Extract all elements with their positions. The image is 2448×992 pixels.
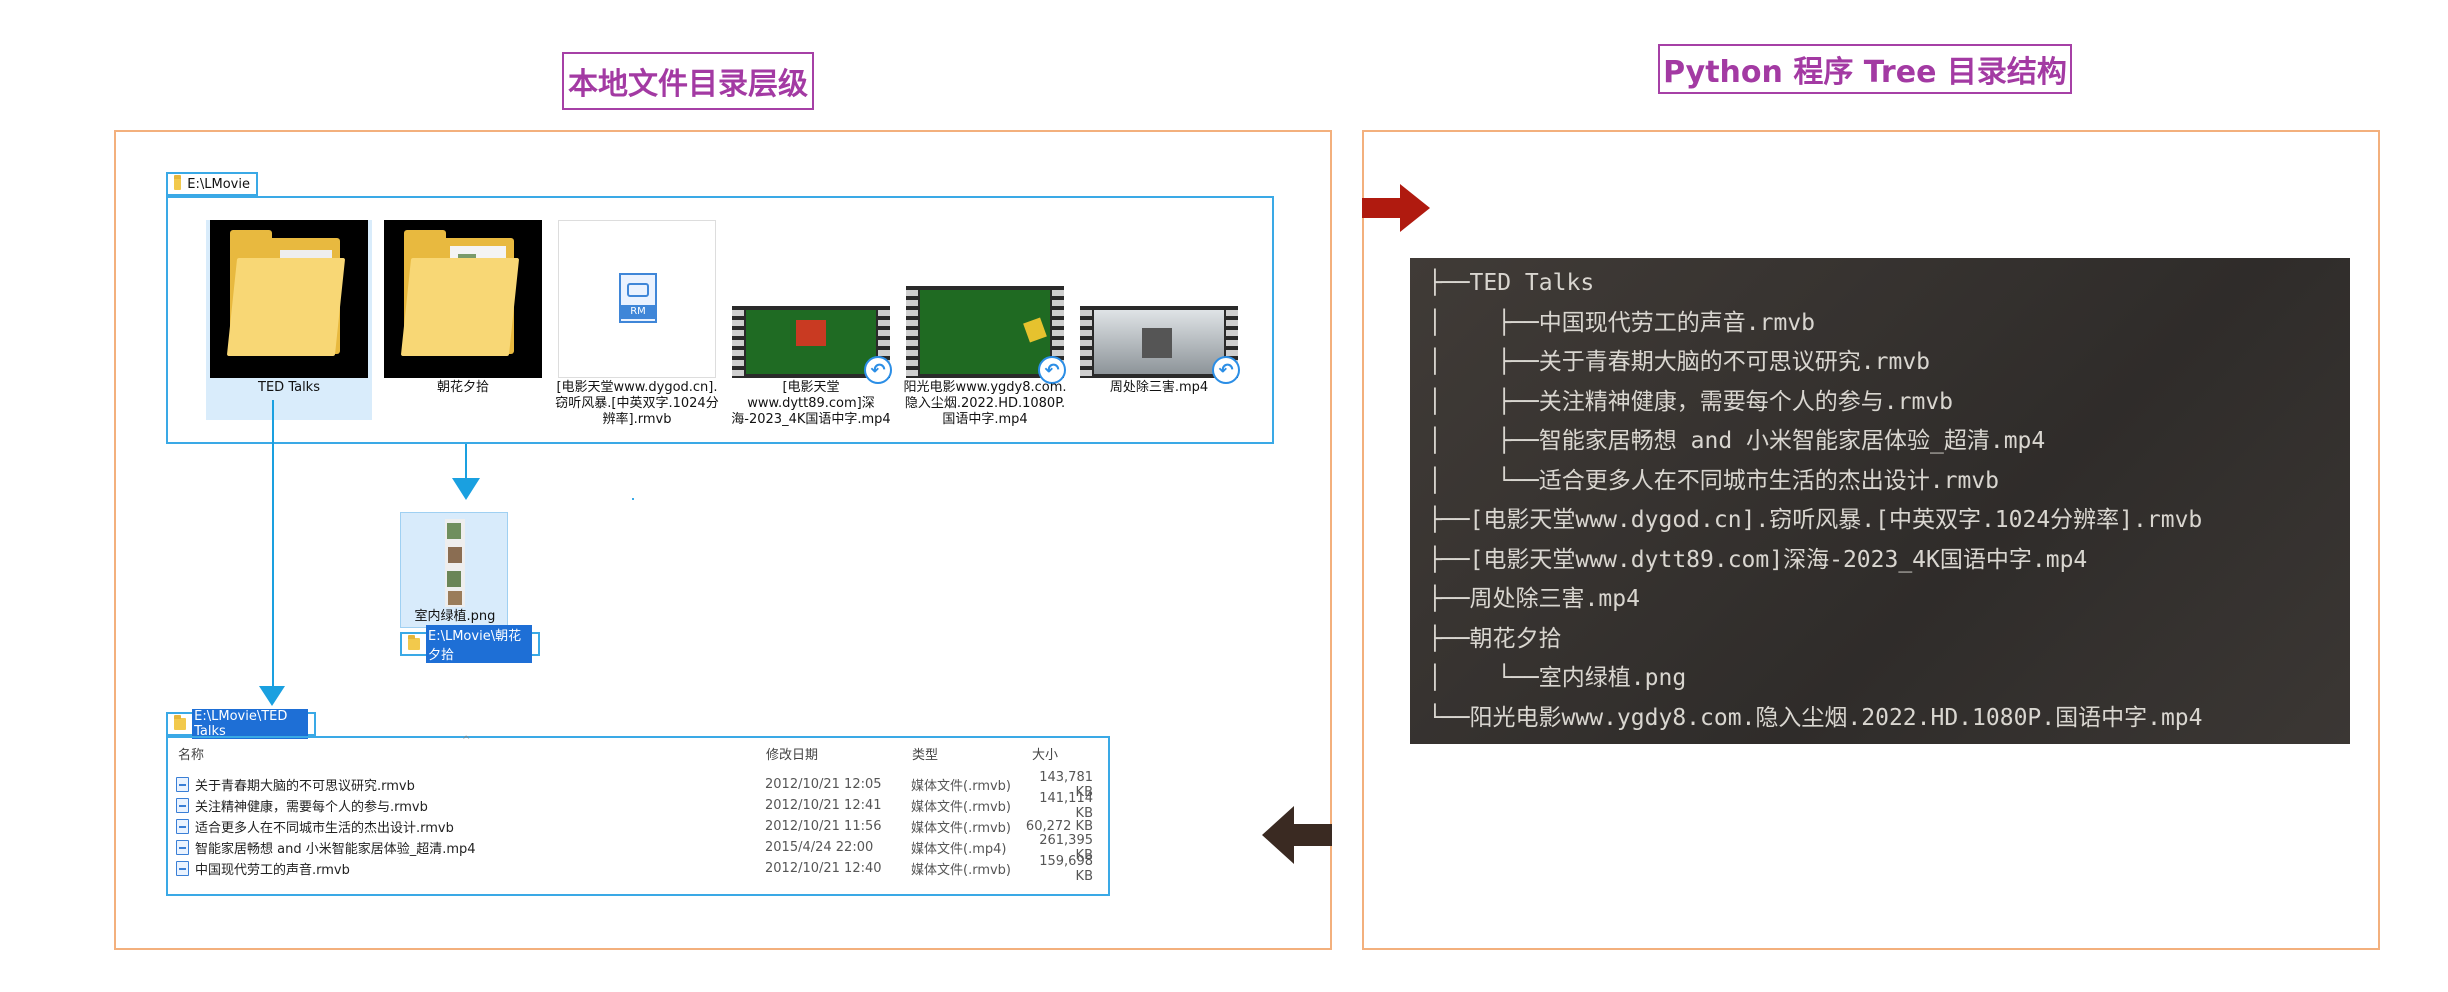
folder-icon — [408, 635, 420, 650]
tree-line: │ ├──中国现代劳工的声音.rmvb — [1428, 309, 1816, 336]
column-date[interactable]: 修改日期 — [766, 744, 818, 763]
tile-ted-talks[interactable]: TED Talks — [206, 220, 372, 420]
tree-line: │ ├──关注精神健康，需要每个人的参与.rmvb — [1428, 388, 1954, 415]
column-name[interactable]: 名称 — [178, 744, 204, 763]
top-path-text: E:\LMovie — [187, 176, 250, 192]
detail-path-bar[interactable]: E:\LMovie\TED Talks — [166, 709, 316, 739]
tile-label: [电影天堂www.dytt89.com]深海-2023_4K国语中字.mp4 — [731, 380, 891, 427]
column-type[interactable]: 类型 — [912, 744, 938, 763]
top-explorer-view: TED Talks 朝花夕拾 RM [电影天堂www.dygod.cn].窃听风… — [166, 196, 1274, 444]
connector-line — [272, 400, 274, 688]
tile-label: [电影天堂www.dygod.cn].窃听风暴.[中英双字.1024分辨率].r… — [555, 380, 719, 427]
media-file-icon — [176, 861, 189, 876]
table-row[interactable]: 智能家居畅想 and 小米智能家居体验_超清.mp4 2015/4/24 22:… — [168, 833, 1108, 863]
tile-label: 阳光电影www.ygdy8.com.隐入尘烟.2022.HD.1080P.国语中… — [903, 380, 1067, 427]
folder-thumb — [210, 220, 368, 378]
file-type: 媒体文件(.mp4) — [911, 842, 1007, 857]
tile-indoor-plants[interactable]: 室内绿植.png — [400, 512, 508, 628]
folder-thumb — [384, 220, 542, 378]
file-date: 2012/10/21 11:56 — [765, 819, 882, 834]
file-date: 2012/10/21 12:41 — [765, 798, 882, 813]
tile-zhaohuaxishi[interactable]: 朝花夕拾 — [380, 220, 546, 420]
tile-label: TED Talks — [258, 380, 320, 395]
file-name: 智能家居畅想 and 小米智能家居体验_超清.mp4 — [195, 842, 476, 857]
rm-badge: RM — [621, 305, 655, 319]
tree-line: ├──[电影天堂www.dytt89.com]深海-2023_4K国语中字.mp… — [1428, 546, 2088, 573]
file-type: 媒体文件(.rmvb) — [911, 779, 1012, 794]
file-type: 媒体文件(.rmvb) — [911, 800, 1012, 815]
media-file-icon — [176, 798, 189, 813]
file-thumb: RM — [558, 220, 716, 378]
file-name: 中国现代劳工的声音.rmvb — [195, 863, 350, 878]
file-type: 媒体文件(.rmvb) — [911, 863, 1012, 878]
right-section-title: Python 程序 Tree 目录结构 — [1658, 44, 2072, 94]
tile-video-zhouchu[interactable]: ↶ 周处除三害.mp4 — [1076, 220, 1242, 440]
table-row[interactable]: 关注精神健康，需要每个人的参与.rmvb 2012/10/21 12:41 媒体… — [168, 791, 1108, 821]
down-arrow-icon — [452, 478, 480, 500]
sub-path-text: E:\LMovie\朝花夕拾 — [426, 625, 532, 663]
detail-explorer-view: 名称 ^ 修改日期 类型 大小 关于青春期大脑的不可思议研究.rmvb 2012… — [166, 736, 1110, 896]
left-section-title: 本地文件目录层级 — [562, 52, 814, 110]
file-type: 媒体文件(.rmvb) — [911, 821, 1012, 836]
folder-icon — [384, 220, 542, 378]
media-file-icon — [176, 840, 189, 855]
tile-label: 周处除三害.mp4 — [1109, 380, 1209, 395]
sort-caret-icon: ^ — [462, 735, 471, 746]
connector-line — [465, 444, 467, 480]
tree-line: ├──朝花夕拾 — [1428, 625, 1562, 652]
tree-line: │ ├──关于青春期大脑的不可思议研究.rmvb — [1428, 349, 1931, 375]
rm-file-icon: RM — [619, 273, 657, 323]
tree-line: └──阳光电影www.ygdy8.com.隐入尘烟.2022.HD.1080P.… — [1428, 704, 2203, 731]
file-date: 2012/10/21 12:40 — [765, 861, 882, 876]
folder-icon — [174, 715, 187, 730]
right-title-text: Python 程序 Tree 目录结构 — [1663, 55, 2067, 90]
tile-video-shenhai[interactable]: ↶ [电影天堂www.dytt89.com]深海-2023_4K国语中字.mp4 — [728, 220, 894, 440]
file-name: 适合更多人在不同城市生活的杰出设计.rmvb — [195, 821, 454, 836]
right-arrow-icon — [1362, 184, 1430, 232]
file-list: 关于青春期大脑的不可思议研究.rmvb 2012/10/21 12:05 媒体文… — [168, 770, 1108, 894]
sub-path-bar[interactable]: E:\LMovie\朝花夕拾 — [400, 625, 540, 663]
media-file-icon — [176, 777, 189, 792]
tile-video-yinrutenyan[interactable]: ↶ 阳光电影www.ygdy8.com.隐入尘烟.2022.HD.1080P.国… — [902, 220, 1068, 440]
file-date: 2012/10/21 12:05 — [765, 777, 882, 792]
tree-line: │ └──室内绿植.png — [1428, 665, 1687, 691]
column-header-row: 名称 ^ 修改日期 类型 大小 — [168, 735, 1108, 766]
stray-dot — [632, 498, 634, 500]
table-row[interactable]: 适合更多人在不同城市生活的杰出设计.rmvb 2012/10/21 11:56 … — [168, 816, 1108, 837]
left-arrow-icon — [1262, 806, 1332, 864]
top-path-bar[interactable]: E:\LMovie — [166, 172, 258, 196]
tile-label: 室内绿植.png — [414, 609, 496, 624]
column-size[interactable]: 大小 — [1032, 744, 1058, 763]
tile-rmvb-file[interactable]: RM [电影天堂www.dygod.cn].窃听风暴.[中英双字.1024分辨率… — [554, 220, 720, 440]
media-file-icon — [176, 819, 189, 834]
tree-output-panel: ├──TED Talks │ ├──中国现代劳工的声音.rmvb │ ├──关于… — [1410, 258, 2350, 744]
file-size: 159,698 KB — [1039, 853, 1093, 884]
table-row[interactable]: 关于青春期大脑的不可思议研究.rmvb 2012/10/21 12:05 媒体文… — [168, 770, 1108, 800]
tree-line: ├──周处除三害.mp4 — [1428, 586, 1640, 612]
tree-line: │ └──适合更多人在不同城市生活的杰出设计.rmvb — [1428, 467, 2000, 494]
image-thumb — [445, 519, 465, 607]
file-name: 关于青春期大脑的不可思议研究.rmvb — [195, 779, 415, 794]
down-arrow-icon — [259, 686, 285, 706]
table-row[interactable]: 中国现代劳工的声音.rmvb 2012/10/21 12:40 媒体文件(.rm… — [168, 854, 1108, 884]
detail-path-text: E:\LMovie\TED Talks — [192, 709, 308, 739]
tree-line: ├──[电影天堂www.dygod.cn].窃听风暴.[中英双字.1024分辨率… — [1428, 507, 2203, 533]
tile-label: 朝花夕拾 — [436, 380, 489, 395]
file-name: 关注精神健康，需要每个人的参与.rmvb — [195, 800, 428, 815]
folder-icon — [210, 220, 368, 378]
folder-icon — [174, 175, 182, 190]
left-title-text: 本地文件目录层级 — [568, 67, 808, 102]
file-date: 2015/4/24 22:00 — [765, 840, 874, 855]
tree-line: ├──TED Talks — [1428, 270, 1595, 296]
tree-line: │ ├──智能家居畅想 and 小米智能家居体验_超清.mp4 — [1428, 428, 2046, 454]
